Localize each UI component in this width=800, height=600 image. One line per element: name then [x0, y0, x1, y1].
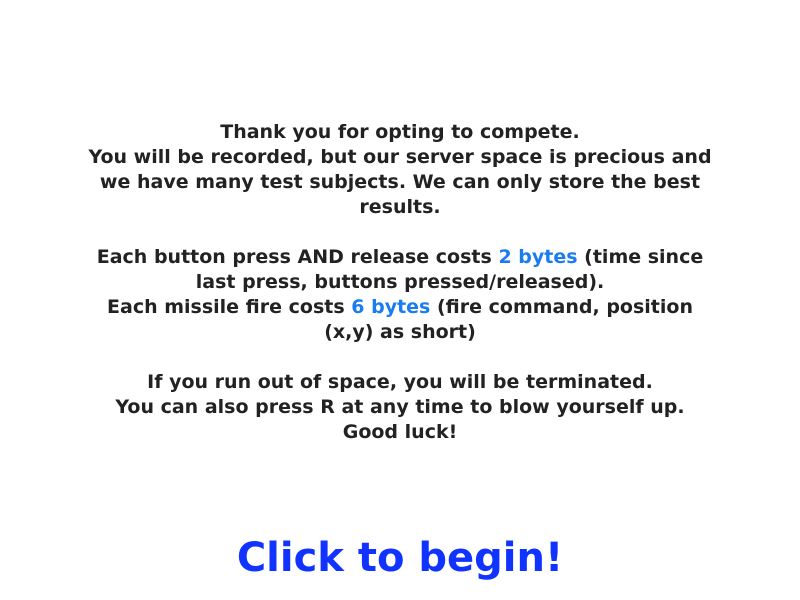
click-to-begin-button[interactable]: Click to begin!: [0, 530, 800, 586]
button-cost-line: Each button press AND release costs 2 by…: [80, 245, 720, 295]
game-screen[interactable]: Thank you for opting to compete. You wil…: [0, 0, 800, 600]
intro-text: Thank you for opting to compete. You wil…: [80, 120, 720, 445]
good-luck: Good luck!: [342, 421, 458, 443]
self-destruct-hint: You can also press R at any time to blow…: [115, 396, 685, 418]
button-cost-prefix: Each button press AND release costs: [96, 246, 499, 268]
thanks-line: Thank you for opting to compete.: [220, 121, 580, 143]
missile-cost-value: 6 bytes: [351, 296, 431, 318]
button-cost-value: 2 bytes: [498, 246, 578, 268]
missile-cost-prefix: Each missile fire costs: [107, 296, 352, 318]
storage-notice: You will be recorded, but our server spa…: [88, 146, 712, 218]
missile-cost-line: Each missile fire costs 6 bytes (fire co…: [80, 295, 720, 345]
termination-warning: If you run out of space, you will be ter…: [147, 371, 653, 393]
